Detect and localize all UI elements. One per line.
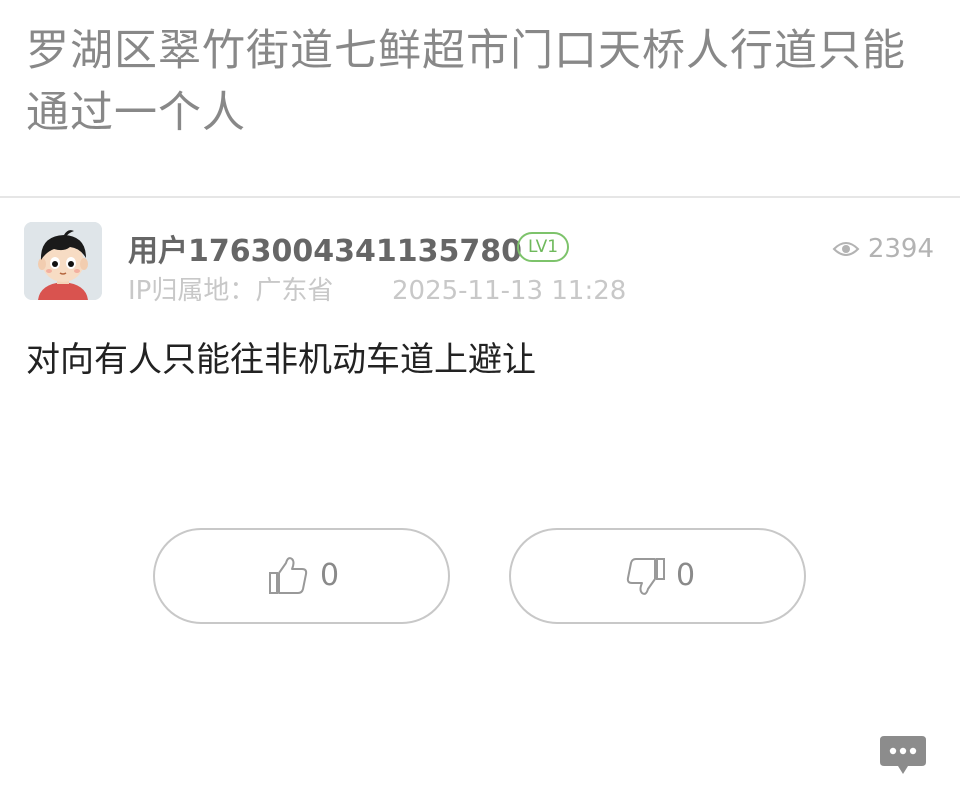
level-badge: LV1 [517,232,569,262]
dislike-count: 0 [675,558,696,593]
username[interactable]: 用户1763004341135780 [128,232,522,272]
author-row: 用户1763004341135780 LV1 IP归属地：广东省 2025-11… [0,222,960,312]
chat-button[interactable] [878,734,928,778]
cartoon-boy-avatar-icon [24,222,102,300]
like-count: 0 [319,558,340,593]
view-count-value: 2394 [867,234,934,264]
post-time: 2025-11-13 11:28 [392,276,627,306]
ip-location: IP归属地：广东省 [128,276,334,306]
dislike-button[interactable]: 0 [509,528,806,624]
title-section: 罗湖区翠竹街道七鲜超市门口天桥人行道只能通过一个人 [0,0,960,198]
eye-icon [832,242,860,256]
avatar[interactable] [24,222,102,300]
like-button[interactable]: 0 [153,528,450,624]
post-title: 罗湖区翠竹街道七鲜超市门口天桥人行道只能通过一个人 [26,26,906,138]
post-body: 对向有人只能往非机动车道上避让 [26,340,536,380]
thumbs-down-icon [626,558,665,595]
thumbs-up-icon [268,557,308,594]
view-count: 2394 [832,232,934,266]
chat-bubble-icon [880,736,926,774]
